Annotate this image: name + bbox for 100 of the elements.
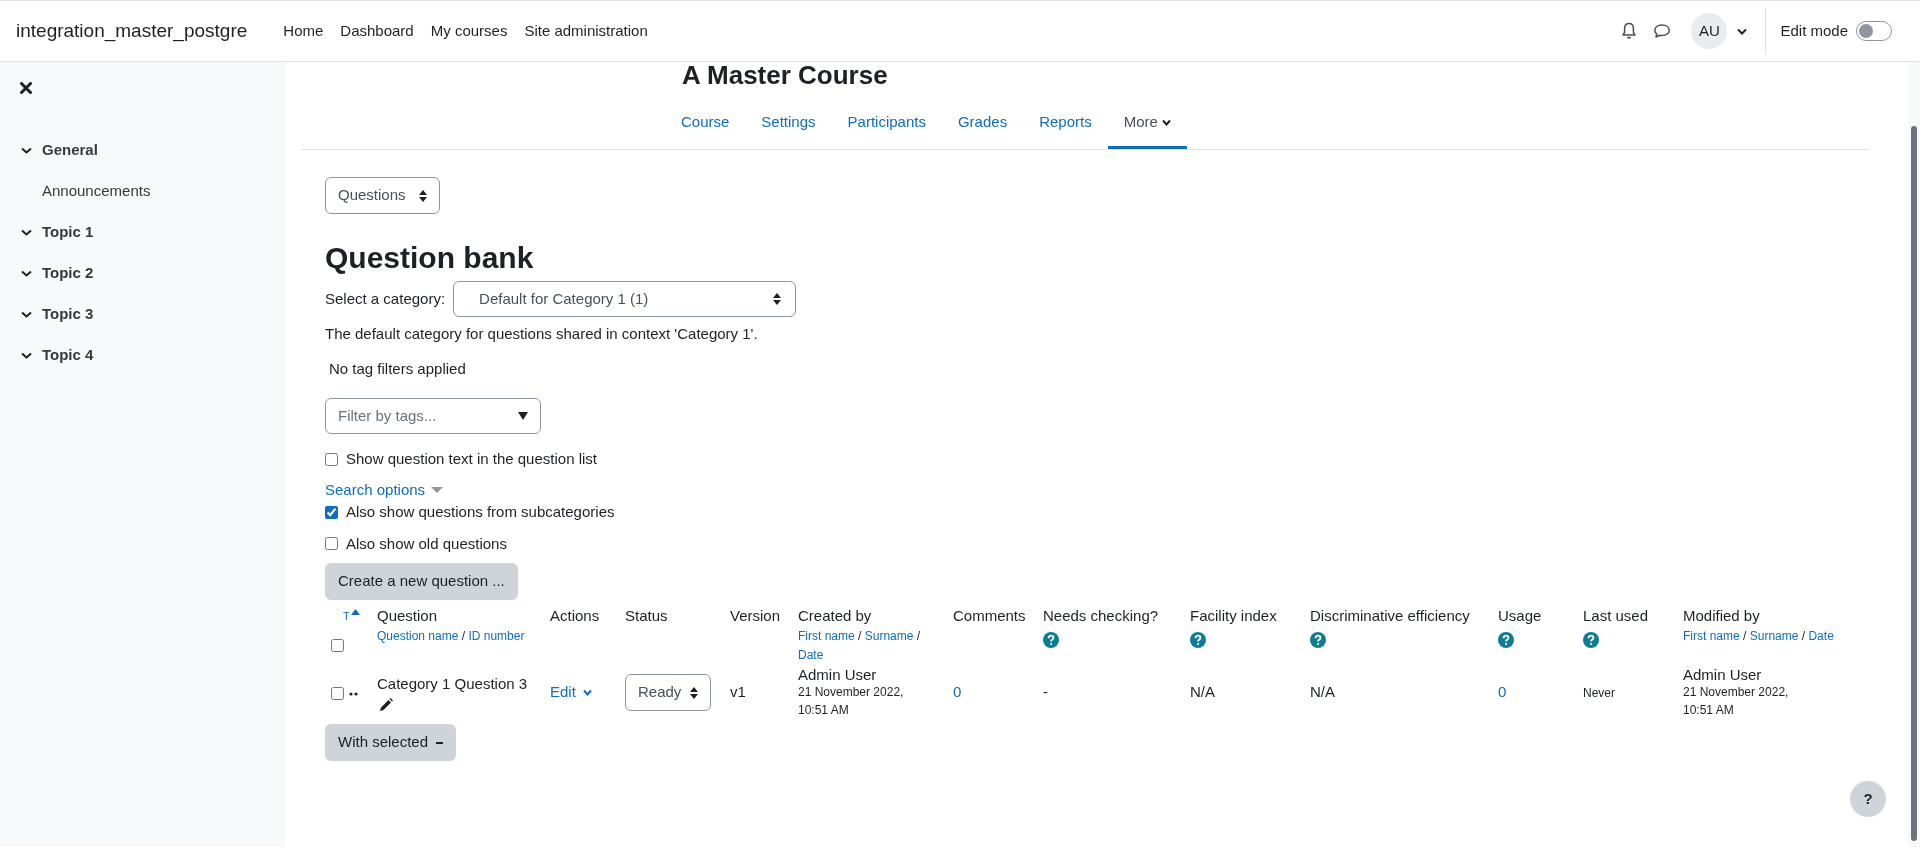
column-header[interactable]: Comments	[953, 606, 1033, 626]
chat-bubble-icon[interactable]	[1653, 23, 1672, 39]
sort-ascending-icon	[350, 609, 360, 615]
date-text: 21 November 2022, 10:51 AM	[798, 684, 905, 719]
sort-link[interactable]: Date	[1808, 629, 1834, 643]
dots-icon	[349, 691, 358, 696]
sort-link[interactable]: T	[343, 608, 350, 625]
sort-link[interactable]: First name	[798, 629, 855, 643]
course-tab[interactable]: Reports	[1023, 98, 1108, 149]
sort-link[interactable]: Surname	[864, 629, 914, 643]
course-title: A Master Course	[682, 62, 888, 88]
category-description: The default category for questions shared in context 'Category 1'.	[325, 324, 759, 344]
column-header[interactable]: Modified by	[1683, 606, 1835, 626]
section-link[interactable]: Topic 2	[42, 262, 94, 285]
chevron-down-icon[interactable]	[21, 311, 32, 318]
with-selected-button[interactable]: With selected	[325, 724, 457, 761]
separator-text: /	[461, 629, 466, 643]
column-header[interactable]: Actions	[550, 606, 615, 626]
table-cell: N/A	[1190, 683, 1215, 701]
tag-filter-field[interactable]: Filter by tags...	[325, 398, 541, 434]
course-tab[interactable]: More	[1107, 98, 1187, 149]
close-icon[interactable]	[20, 82, 32, 94]
user-avatar[interactable]: AU	[1691, 13, 1728, 49]
sort-link[interactable]: First name	[1683, 629, 1740, 643]
column-header[interactable]: Status	[625, 606, 720, 626]
caret-down-icon	[518, 412, 528, 420]
nav-link[interactable]: Site administration	[524, 19, 648, 43]
checkbox[interactable]	[325, 537, 338, 551]
sort-link[interactable]: ID number	[468, 629, 525, 643]
activity-link[interactable]: Announcements	[42, 180, 151, 203]
sort-link[interactable]: Question name	[377, 629, 459, 643]
select-all-checkbox[interactable]	[331, 638, 344, 652]
course-tab[interactable]: Grades	[941, 98, 1024, 149]
section-link[interactable]: Topic 4	[42, 344, 94, 367]
chevron-down-icon[interactable]	[21, 270, 32, 277]
checkbox-label: Show question text in the question list	[346, 449, 597, 469]
nav-link[interactable]: Home	[283, 19, 324, 43]
column-header[interactable]: Facility index	[1190, 606, 1300, 626]
user-name: Admin User	[798, 666, 878, 683]
count-link[interactable]: 0	[953, 683, 962, 701]
column-header[interactable]: Created by	[798, 606, 943, 626]
nav-link[interactable]: Dashboard	[340, 19, 414, 43]
course-tab[interactable]: Course	[665, 98, 746, 149]
row-checkbox[interactable]	[331, 687, 344, 700]
create-question-button[interactable]: Create a new question ...	[325, 563, 518, 600]
section-link[interactable]: Topic 1	[42, 221, 94, 244]
chevron-down-icon	[1161, 118, 1171, 126]
separator-text: /	[858, 629, 862, 643]
scrollbar-thumb[interactable]	[1911, 126, 1917, 841]
question-name: Category 1 Question 3	[377, 673, 529, 694]
checkbox[interactable]	[325, 505, 338, 519]
table-cell: Never	[1583, 686, 1615, 701]
help-button[interactable]: ?	[1850, 781, 1886, 817]
edit-menu-link[interactable]: Edit	[550, 681, 592, 704]
tag-filter-status: No tag filters applied	[329, 358, 467, 379]
count-link[interactable]: 0	[1498, 683, 1507, 701]
section-link[interactable]: Topic 3	[42, 303, 94, 326]
table-cell: v1	[730, 683, 746, 701]
separator-text: /	[1801, 629, 1806, 643]
category-select[interactable]: Default for Category 1 (1)	[453, 281, 797, 317]
page-heading: Question bank	[325, 240, 535, 276]
checkbox-label: Also show old questions	[346, 533, 507, 554]
table-cell: N/A	[1310, 683, 1335, 701]
column-header[interactable]: Last used	[1583, 606, 1673, 626]
column-header[interactable]: Question	[377, 606, 540, 626]
column-header[interactable]: Version	[730, 606, 788, 626]
chevron-down-icon[interactable]	[21, 352, 32, 359]
separator-text: /	[916, 629, 921, 643]
edit-mode-label: Edit mode	[1780, 20, 1848, 41]
chevron-down-icon[interactable]	[21, 229, 32, 236]
nav-link[interactable]: My courses	[430, 19, 508, 43]
column-header[interactable]: Discriminative efficiency	[1310, 606, 1488, 626]
course-tab[interactable]: Participants	[831, 98, 942, 149]
pencil-icon[interactable]	[379, 698, 393, 713]
checkbox-label: Also show questions from subcategories	[346, 502, 615, 522]
course-tab[interactable]: Settings	[745, 98, 832, 149]
page-select[interactable]: Questions	[325, 177, 440, 214]
sort-arrows-icon	[690, 686, 698, 699]
sort-link[interactable]: Surname	[1749, 629, 1799, 643]
sort-link[interactable]: Date	[798, 648, 824, 662]
category-label: Select a category:	[325, 288, 446, 309]
sort-arrows-icon	[419, 189, 427, 202]
search-options-link[interactable]: Search options	[325, 478, 444, 501]
site-name[interactable]: integration_master_postgre	[16, 16, 248, 46]
sort-arrows-icon	[773, 293, 782, 305]
table-cell: -	[1043, 683, 1048, 701]
column-header[interactable]: Needs checking?	[1043, 606, 1180, 626]
bell-icon[interactable]	[1621, 22, 1638, 40]
chevron-down-icon	[582, 689, 592, 696]
edit-mode-switch[interactable]	[1856, 21, 1892, 41]
caret-down-icon	[431, 486, 444, 493]
chevron-down-icon[interactable]	[21, 147, 32, 154]
minus-icon	[436, 741, 444, 744]
date-text: 21 November 2022, 10:51 AM	[1683, 684, 1790, 719]
column-header[interactable]: Usage	[1498, 606, 1573, 626]
checkbox[interactable]	[325, 452, 338, 466]
section-link[interactable]: General	[42, 139, 98, 162]
chevron-down-icon[interactable]	[1737, 27, 1748, 35]
status-select[interactable]: Ready	[625, 674, 711, 711]
user-name: Admin User	[1683, 666, 1763, 683]
